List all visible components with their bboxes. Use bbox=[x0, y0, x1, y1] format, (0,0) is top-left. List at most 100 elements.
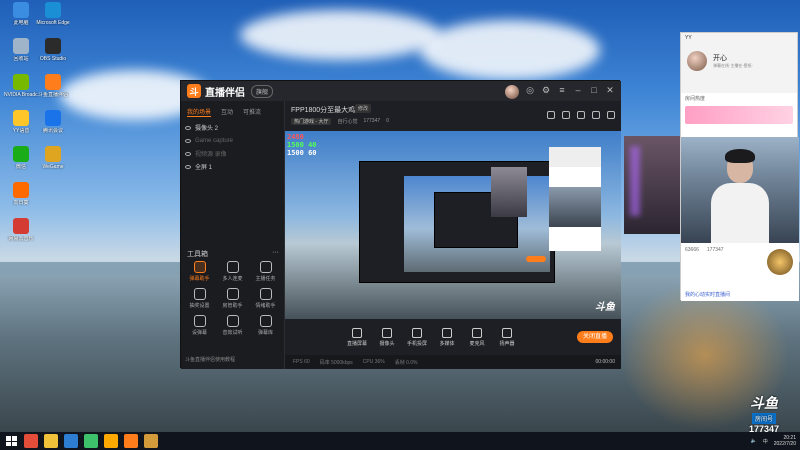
input-language[interactable]: 中 bbox=[763, 438, 768, 445]
source-button[interactable]: 扬声器 bbox=[493, 327, 521, 347]
chat-info: 63666 177347 我的心动实时直播间 bbox=[681, 243, 799, 301]
promo-banner[interactable] bbox=[685, 106, 793, 124]
chat-footer-link[interactable]: 我的心动实时直播间 bbox=[685, 291, 730, 298]
room-number: 177347 bbox=[748, 424, 780, 432]
scene-tab[interactable]: 可推流 bbox=[243, 107, 261, 117]
source-icon bbox=[442, 327, 452, 338]
toolbox-title: 工具箱 bbox=[187, 251, 208, 258]
streamer-avatar[interactable] bbox=[687, 51, 707, 71]
folder-icon[interactable] bbox=[44, 434, 58, 448]
stop-live-button[interactable]: 关闭直播 bbox=[577, 331, 613, 343]
tool-icon bbox=[259, 261, 272, 273]
share-icon[interactable] bbox=[607, 111, 615, 119]
menu-icon[interactable]: ≡ bbox=[557, 85, 567, 95]
desktop-icon[interactable]: 此电脑 bbox=[4, 2, 38, 26]
desktop-icon[interactable]: WeGame bbox=[36, 146, 70, 170]
desktop-app-icon bbox=[13, 218, 29, 234]
desktop-app-icon bbox=[13, 74, 29, 90]
tool-item[interactable]: 弹幕助手 bbox=[183, 261, 216, 282]
settings-icon[interactable]: ⚙ bbox=[541, 85, 551, 95]
tool-item[interactable]: 弹幕库 bbox=[249, 315, 282, 336]
clock[interactable]: 20:21 2022/7/20 bbox=[774, 435, 796, 447]
scene-item[interactable]: Game capture bbox=[181, 134, 284, 147]
windows-start-icon[interactable] bbox=[6, 436, 18, 446]
cloud bbox=[420, 20, 600, 80]
desktop-icon[interactable]: YY语音 bbox=[4, 110, 38, 134]
desktop-app-icon bbox=[45, 74, 61, 90]
source-button[interactable]: 手机投屏 bbox=[403, 327, 431, 347]
visibility-eye-icon[interactable] bbox=[185, 151, 191, 156]
desktop-icon[interactable]: 向日葵 bbox=[4, 182, 38, 206]
floating-camera-window[interactable] bbox=[624, 136, 684, 234]
close-icon[interactable]: ✕ bbox=[605, 85, 615, 95]
scene-item-label: 视频源 录像 bbox=[195, 152, 227, 158]
scene-tab[interactable]: 我的场景 bbox=[187, 107, 212, 117]
yy-chat-panel[interactable]: YY 开心 弹幕在线·主播在·壁纸· 房间热度 63666 177347 我的心… bbox=[680, 32, 799, 301]
desktop-icon[interactable]: 腾讯会议 bbox=[36, 110, 70, 134]
edit-title-button[interactable]: 修改 bbox=[355, 104, 372, 113]
desktop-icon[interactable]: NVIDIA Broadcast bbox=[4, 74, 38, 98]
tool-item[interactable]: 设弹幕 bbox=[183, 315, 216, 336]
minimize-icon[interactable]: – bbox=[573, 85, 583, 95]
chart-icon[interactable] bbox=[577, 111, 585, 119]
tool-item[interactable]: 多人连麦 bbox=[216, 261, 249, 282]
app-titlebar[interactable]: 斗 直播伴侣 旗舰 ◎ ⚙ ≡ – □ ✕ bbox=[181, 81, 621, 101]
desktop-app-icon bbox=[13, 2, 29, 18]
volume-icon[interactable]: 🔈 bbox=[751, 438, 757, 444]
source-icon bbox=[382, 327, 392, 338]
drop-status: 丢帧 0.0% bbox=[394, 359, 418, 366]
source-icon bbox=[472, 327, 482, 338]
maximize-icon[interactable]: □ bbox=[589, 85, 599, 95]
bag-icon[interactable] bbox=[547, 111, 555, 119]
chat-app-name: YY bbox=[685, 35, 692, 41]
scene-item[interactable]: 全屏 1 bbox=[181, 160, 284, 173]
tool-item[interactable]: 主播任务 bbox=[249, 261, 282, 282]
headset-icon[interactable]: ◎ bbox=[525, 85, 535, 95]
desktop-icon[interactable]: 回收站 bbox=[4, 38, 38, 62]
desktop-icon[interactable]: 微信 bbox=[4, 146, 38, 170]
streamer-name: 开心 bbox=[713, 55, 727, 62]
media-icon[interactable] bbox=[104, 434, 118, 448]
visibility-eye-icon[interactable] bbox=[185, 164, 191, 169]
tool-item[interactable]: 情绪助手 bbox=[249, 288, 282, 309]
source-button[interactable]: 直播屏幕 bbox=[343, 327, 371, 347]
toolbox-more-button[interactable]: ··· bbox=[272, 249, 279, 259]
tutorial-link[interactable]: 斗鱼直播伴侣使用教程 bbox=[185, 356, 235, 363]
box-icon[interactable] bbox=[144, 434, 158, 448]
tool-icon bbox=[226, 288, 239, 300]
scene-item[interactable]: 视频源 录像 bbox=[181, 147, 284, 160]
tool-item[interactable]: 音效试听 bbox=[216, 315, 249, 336]
fans-count: 63666 bbox=[685, 247, 699, 253]
terminal-icon[interactable] bbox=[64, 434, 78, 448]
visibility-eye-icon[interactable] bbox=[185, 125, 191, 130]
app-version-badge[interactable]: 旗舰 bbox=[251, 84, 274, 98]
room-category[interactable]: 热门游戏 - 大厅 bbox=[291, 118, 332, 125]
source-button[interactable]: 麦克风 bbox=[463, 327, 491, 347]
chrome-icon[interactable] bbox=[24, 434, 38, 448]
douyu-icon[interactable] bbox=[124, 434, 138, 448]
user-avatar[interactable] bbox=[505, 85, 519, 99]
gift-icon[interactable] bbox=[592, 111, 600, 119]
source-button[interactable]: 摄像头 bbox=[373, 327, 401, 347]
play-icon[interactable] bbox=[84, 434, 98, 448]
desktop-icon[interactable]: OBS Studio bbox=[36, 38, 70, 62]
scene-list: 摄像头 2 Game capture 视频源 录像全屏 1 bbox=[181, 121, 284, 173]
grid-icon[interactable] bbox=[562, 111, 570, 119]
live-companion-window[interactable]: 斗 直播伴侣 旗舰 ◎ ⚙ ≡ – □ ✕ 我的场景 互动 可推流 摄像头 2 Gam… bbox=[180, 80, 621, 369]
stream-preview[interactable]: 2480 1500 40 1500 60 斗鱼 bbox=[285, 131, 621, 319]
clock-date: 2022/7/20 bbox=[773, 441, 796, 447]
room-owner: 自行心觉 bbox=[337, 119, 358, 125]
source-button[interactable]: 多媒体 bbox=[433, 327, 461, 347]
desktop-icon[interactable]: 网易云音乐 bbox=[4, 218, 38, 242]
fps-status: FPS 60 bbox=[293, 359, 310, 365]
desktop-icon[interactable]: Microsoft Edge bbox=[36, 2, 70, 26]
scene-tab[interactable]: 互动 bbox=[221, 107, 233, 117]
source-controls: 直播屏幕 摄像头 手机投屏 多媒体 麦克风 扬声器 关闭直播 bbox=[285, 319, 621, 355]
tool-icon bbox=[259, 288, 272, 300]
visibility-eye-icon[interactable] bbox=[185, 138, 191, 143]
desktop-icon[interactable]: 斗鱼直播伴侣 bbox=[36, 74, 70, 98]
tool-item[interactable]: 抽奖设置 bbox=[183, 288, 216, 309]
tool-label: 弹幕助手 bbox=[189, 276, 210, 282]
scene-item[interactable]: 摄像头 2 bbox=[181, 121, 284, 134]
tool-item[interactable]: 房管助手 bbox=[216, 288, 249, 309]
